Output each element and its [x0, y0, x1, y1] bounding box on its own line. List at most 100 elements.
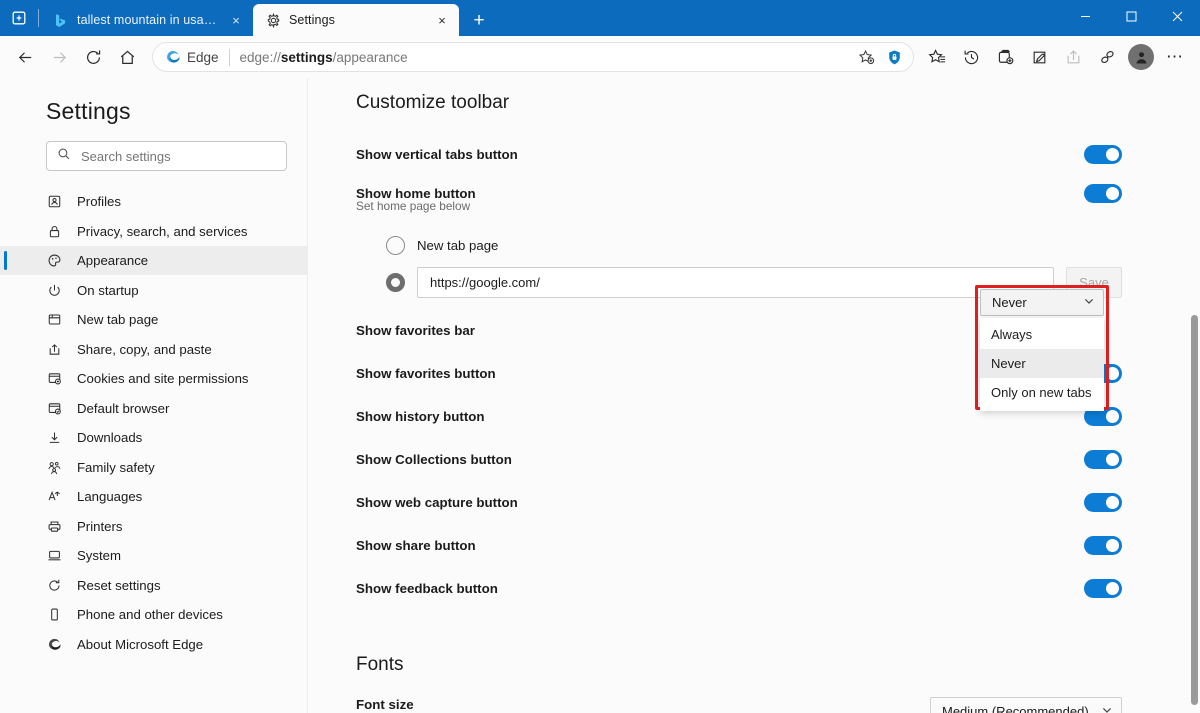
share-icon[interactable] [1056, 40, 1090, 74]
chevron-down-icon [1083, 295, 1095, 310]
favorites-icon[interactable] [920, 40, 954, 74]
tab-close-icon[interactable]: × [433, 11, 451, 29]
refresh-icon[interactable] [76, 40, 110, 74]
maximize-button[interactable] [1108, 0, 1154, 32]
add-favorite-icon[interactable] [853, 44, 879, 70]
row-label: Show share button [356, 537, 476, 553]
palette-icon [46, 252, 63, 269]
tab-settings[interactable]: Settings × [253, 4, 459, 36]
cookies-icon [46, 370, 63, 387]
row-show-vertical-tabs: Show vertical tabs button [356, 136, 1122, 172]
favorites-bar-combobox[interactable]: Never [980, 289, 1104, 316]
reset-icon [46, 577, 63, 594]
sidebar-item-about-edge[interactable]: About Microsoft Edge [0, 630, 307, 659]
sidebar-item-share-copy-paste[interactable]: Share, copy, and paste [0, 335, 307, 364]
row-show-web-capture-button: Show web capture button [356, 484, 1122, 520]
settings-and-more-icon[interactable]: ⋯ [1158, 40, 1192, 74]
font-size-group: Font size The quick brown fox jumps over… [356, 697, 617, 713]
sidebar-item-label: New tab page [77, 312, 159, 327]
sidebar-item-printers[interactable]: Printers [0, 512, 307, 541]
sidebar-item-label: Phone and other devices [77, 607, 223, 622]
edge-brand: Edge [165, 49, 219, 65]
dropdown-option-only-on-new-tabs[interactable]: Only on new tabs [980, 378, 1104, 407]
omnibox-separator [228, 48, 230, 66]
sidebar-item-languages[interactable]: Languages [0, 482, 307, 511]
sidebar-item-appearance[interactable]: Appearance [0, 246, 307, 275]
row-show-feedback-button: Show feedback button [356, 570, 1122, 606]
bing-icon [53, 12, 69, 28]
navigation-toolbar: Edge edge://settings/appearance ⋯ [0, 36, 1200, 78]
vertical-scrollbar-thumb[interactable] [1191, 315, 1198, 705]
tab-bing[interactable]: tallest mountain in usa - Bing × [41, 4, 253, 36]
tab-title: tallest mountain in usa - Bing [77, 13, 219, 27]
toggle-show-share-button[interactable] [1084, 535, 1122, 555]
home-url-input[interactable]: https://google.com/ [417, 267, 1054, 298]
collections-icon[interactable] [988, 40, 1022, 74]
sidebar-item-label: Privacy, search, and services [77, 223, 248, 239]
sidebar-item-on-startup[interactable]: On startup [0, 276, 307, 305]
power-icon [46, 282, 63, 299]
address-bar[interactable]: Edge edge://settings/appearance [152, 42, 914, 72]
row-show-home-button: Show home button Set home page below [356, 184, 1122, 222]
web-capture-icon[interactable] [1022, 40, 1056, 74]
new-tab-button[interactable]: + [463, 4, 495, 36]
history-icon[interactable] [954, 40, 988, 74]
close-button[interactable] [1154, 0, 1200, 32]
dropdown-option-always[interactable]: Always [980, 320, 1104, 349]
sidebar-item-label: Appearance [77, 253, 149, 268]
sidebar-item-reset-settings[interactable]: Reset settings [0, 571, 307, 600]
toggle-show-home-button[interactable] [1084, 184, 1122, 203]
toggle-show-vertical-tabs[interactable] [1084, 144, 1122, 164]
dropdown-option-never[interactable]: Never [980, 349, 1104, 378]
favorites-bar-options-list: Always Never Only on new tabs [980, 318, 1104, 411]
settings-sidebar: Settings Profiles Privacy, search, and s… [0, 78, 308, 713]
row-label: Show feedback button [356, 580, 498, 596]
toggle-show-web-capture-button[interactable] [1084, 492, 1122, 512]
sidebar-item-downloads[interactable]: Downloads [0, 423, 307, 452]
profile-avatar[interactable] [1124, 40, 1158, 74]
font-size-dropdown[interactable]: Medium (Recommended) [930, 697, 1122, 713]
search-icon [57, 147, 71, 166]
search-input[interactable] [81, 148, 276, 164]
radio-label: New tab page [417, 238, 499, 253]
sidebar-item-family-safety[interactable]: Family safety [0, 453, 307, 482]
default-browser-icon [46, 400, 63, 417]
tracking-prevention-icon[interactable] [881, 44, 907, 70]
system-icon [46, 547, 63, 564]
sidebar-item-label: Profiles [77, 194, 121, 209]
tab-actions-icon[interactable] [0, 0, 38, 36]
minimize-button[interactable] [1062, 0, 1108, 32]
forward-icon[interactable] [42, 40, 76, 74]
toggle-show-feedback-button[interactable] [1084, 578, 1122, 598]
sidebar-item-default-browser[interactable]: Default browser [0, 394, 307, 423]
tab-close-icon[interactable]: × [227, 11, 245, 29]
edge-brand-label: Edge [187, 49, 219, 65]
search-settings-box[interactable] [46, 141, 287, 171]
home-icon[interactable] [110, 40, 144, 74]
browser-essentials-icon[interactable] [1090, 40, 1124, 74]
row-label: Show Collections button [356, 451, 512, 467]
sidebar-item-cookies[interactable]: Cookies and site permissions [0, 364, 307, 393]
radio-custom-url[interactable] [386, 273, 405, 292]
sidebar-item-system[interactable]: System [0, 541, 307, 570]
url-text: edge://settings/appearance [240, 50, 853, 65]
tab-separator [38, 9, 39, 27]
sidebar-item-label: Share, copy, and paste [77, 341, 212, 357]
lock-icon [46, 223, 63, 240]
profiles-icon [46, 193, 63, 210]
fonts-heading: Fonts [356, 654, 404, 675]
font-size-value: Medium (Recommended) [942, 704, 1089, 713]
radio-new-tab-page[interactable] [386, 236, 405, 255]
languages-icon [46, 488, 63, 505]
back-icon[interactable] [8, 40, 42, 74]
home-page-option-newtab[interactable]: New tab page [356, 236, 1122, 255]
edge-icon [46, 636, 63, 653]
family-icon [46, 459, 63, 476]
row-label: Show favorites bar [356, 322, 475, 338]
sidebar-item-phone-devices[interactable]: Phone and other devices [0, 600, 307, 629]
sidebar-item-privacy[interactable]: Privacy, search, and services [0, 217, 307, 246]
sidebar-item-new-tab-page[interactable]: New tab page [0, 305, 307, 334]
toggle-show-collections-button[interactable] [1084, 449, 1122, 469]
chevron-down-icon [1101, 704, 1113, 713]
sidebar-item-profiles[interactable]: Profiles [0, 187, 307, 216]
